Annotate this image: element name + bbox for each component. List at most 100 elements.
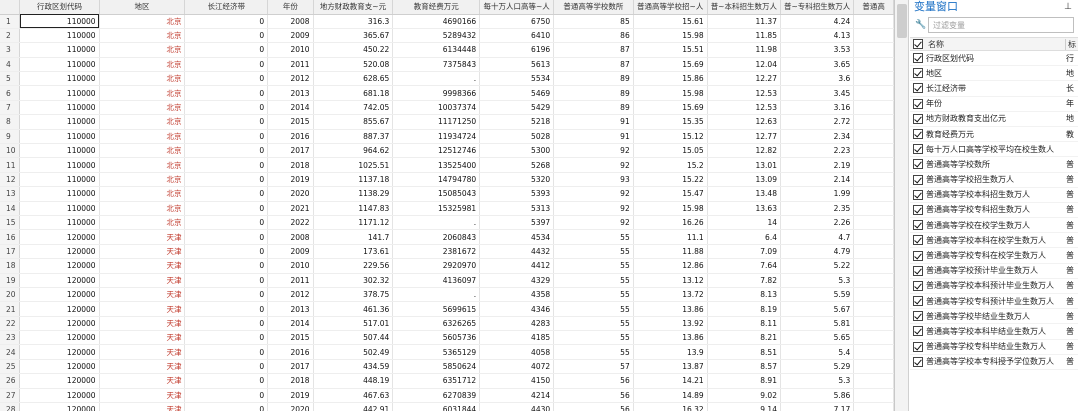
table-cell[interactable]: 2020 [267, 402, 314, 411]
table-cell[interactable]: 3.6 [780, 71, 855, 87]
table-cell[interactable] [853, 57, 894, 73]
table-cell[interactable]: 3.45 [780, 85, 855, 101]
row-number[interactable]: 21 [0, 301, 21, 317]
table-cell[interactable]: 6.4 [707, 229, 781, 245]
table-cell[interactable]: 855.67 [313, 114, 394, 130]
table-cell[interactable]: 110000 [19, 186, 100, 202]
variable-checkbox[interactable] [913, 144, 923, 155]
table-cell[interactable]: 2009 [267, 28, 314, 44]
table-cell[interactable]: 91 [553, 114, 634, 130]
table-cell[interactable]: 2012 [267, 71, 314, 87]
table-cell[interactable]: 6134448 [392, 42, 481, 58]
variable-item[interactable]: 每十万人口高等学校平均在校生数人 [910, 142, 1078, 158]
row-number[interactable]: 8 [0, 114, 21, 130]
table-cell[interactable]: 0 [184, 287, 269, 303]
header-name[interactable]: 名称 [926, 38, 1066, 50]
table-cell[interactable]: 2019 [267, 388, 314, 404]
table-cell[interactable]: 15.98 [633, 201, 708, 216]
table-cell[interactable]: 14.89 [633, 388, 708, 404]
table-cell[interactable]: 7.17 [780, 402, 855, 411]
table-cell[interactable]: 13.01 [707, 157, 781, 173]
table-cell[interactable]: 4432 [479, 244, 555, 260]
table-cell[interactable] [853, 330, 894, 346]
table-cell[interactable]: 520.08 [313, 57, 394, 73]
table-cell[interactable]: 2013 [267, 301, 314, 317]
table-cell[interactable]: 120000 [19, 330, 100, 346]
table-cell[interactable] [853, 100, 894, 116]
table-cell[interactable]: 55 [553, 330, 634, 346]
row-number[interactable]: 12 [0, 172, 21, 188]
table-cell[interactable]: 5300 [479, 143, 555, 159]
table-cell[interactable]: 12.04 [707, 57, 781, 73]
table-cell[interactable]: 434.59 [313, 359, 394, 375]
table-row[interactable]: 7 110000 北京 0 2014 742.05 10037374 5429 89 15.69 1… [0, 100, 894, 116]
table-cell[interactable]: 302.32 [313, 273, 394, 288]
column-header[interactable]: 普~专科招生数万人 [780, 0, 855, 15]
table-cell[interactable]: 9.02 [707, 388, 781, 404]
table-cell[interactable]: 6750 [479, 14, 555, 29]
variable-item[interactable]: 普通高等学校毕结业生数万人 普 [910, 309, 1078, 325]
variable-checkbox[interactable] [913, 159, 923, 170]
table-cell[interactable]: 2.19 [780, 157, 855, 173]
row-number[interactable]: 25 [0, 359, 21, 375]
column-header[interactable]: 行政区划代码 [19, 0, 100, 15]
table-cell[interactable]: 0 [184, 344, 269, 360]
variable-item[interactable]: 行政区划代码 行 [910, 51, 1078, 67]
table-cell[interactable]: 15.98 [633, 85, 708, 101]
table-cell[interactable]: 0 [184, 42, 269, 58]
table-cell[interactable]: 8.51 [707, 344, 781, 360]
variable-item[interactable]: 教育经费万元 教 [910, 127, 1078, 143]
table-cell[interactable]: 13.86 [633, 301, 708, 317]
table-cell[interactable]: 6031844 [392, 402, 481, 411]
select-all-checkbox[interactable] [913, 39, 923, 49]
variable-item[interactable]: 年份 年 [910, 97, 1078, 112]
row-number[interactable]: 18 [0, 258, 21, 274]
table-row[interactable]: 12 110000 北京 0 2019 1137.18 14794780 5320 93 15.2… [0, 172, 894, 188]
table-cell[interactable]: 120000 [19, 244, 100, 260]
variable-filter-input[interactable] [928, 17, 1074, 33]
table-cell[interactable]: 15.22 [633, 172, 708, 188]
table-cell[interactable]: 120000 [19, 359, 100, 375]
table-cell[interactable]: 16.26 [633, 215, 708, 231]
table-cell[interactable]: 110000 [19, 201, 100, 216]
table-cell[interactable]: 450.22 [313, 42, 394, 58]
row-number[interactable]: 1 [0, 14, 21, 29]
table-cell[interactable]: 55 [553, 273, 634, 288]
table-cell[interactable]: 5.29 [780, 359, 855, 375]
table-cell[interactable]: 2.72 [780, 114, 855, 130]
variable-checkbox[interactable] [913, 250, 923, 261]
table-cell[interactable]: 120000 [19, 402, 100, 411]
table-row[interactable]: 19 120000 天津 0 2011 302.32 4136097 4329 55 13.12 7… [0, 273, 894, 288]
table-cell[interactable]: 2022 [267, 215, 314, 231]
variable-checkbox[interactable] [913, 53, 923, 64]
table-cell[interactable]: 14 [707, 215, 781, 231]
table-cell[interactable]: 天津 [99, 244, 186, 260]
table-cell[interactable]: 12.86 [633, 258, 708, 274]
column-header[interactable]: 普~本科招生数万人 [707, 0, 781, 15]
table-cell[interactable]: 7.64 [707, 258, 781, 274]
table-cell[interactable]: 0 [184, 215, 269, 231]
corner-cell[interactable] [0, 0, 21, 15]
row-number[interactable]: 20 [0, 287, 21, 303]
variable-item[interactable]: 长江经济带 长 [910, 81, 1078, 97]
table-cell[interactable]: 110000 [19, 114, 100, 130]
table-cell[interactable]: 87 [553, 42, 634, 58]
table-cell[interactable]: 0 [184, 71, 269, 87]
table-cell[interactable]: 0 [184, 229, 269, 245]
table-cell[interactable]: 2010 [267, 258, 314, 274]
table-cell[interactable]: 4150 [479, 373, 555, 389]
table-cell[interactable]: 0 [184, 186, 269, 202]
table-cell[interactable] [853, 28, 894, 44]
table-cell[interactable]: 天津 [99, 273, 186, 288]
table-cell[interactable]: 11934724 [392, 129, 481, 145]
row-number[interactable]: 27 [0, 388, 21, 404]
wrench-icon[interactable]: 🔧 [914, 20, 928, 30]
variable-checkbox[interactable] [913, 83, 923, 94]
row-number[interactable]: 24 [0, 344, 21, 360]
table-row[interactable]: 3 110000 北京 0 2010 450.22 6134448 6196 87 15.51 11… [0, 42, 894, 58]
variable-item[interactable]: 普通高等学校专科毕结业生数万人 普 [910, 340, 1078, 355]
variable-checkbox[interactable] [913, 129, 923, 140]
table-row[interactable]: 8 110000 北京 0 2015 855.67 11171250 5218 91 15.35 1… [0, 114, 894, 130]
table-row[interactable]: 22 120000 天津 0 2014 517.01 6326265 4283 55 13.92 8… [0, 316, 894, 332]
table-cell[interactable]: 8.13 [707, 287, 781, 303]
